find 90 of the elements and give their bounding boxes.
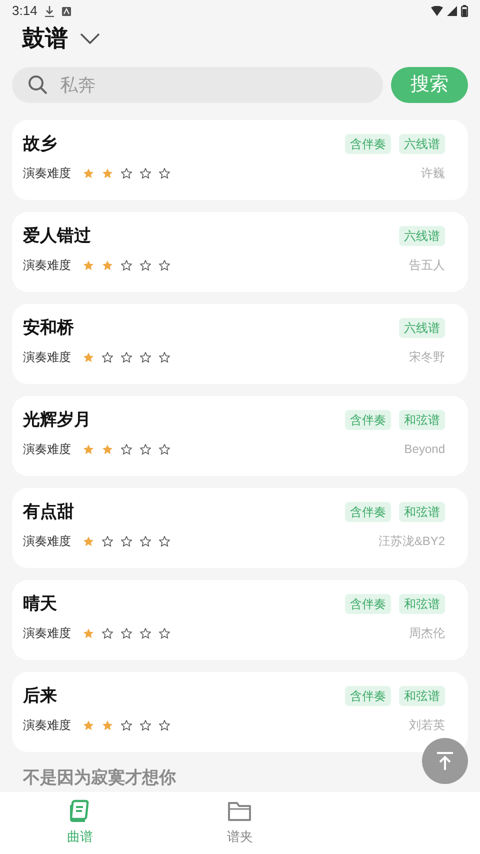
song-title: 爱人错过 bbox=[23, 224, 91, 247]
star-outline-icon bbox=[102, 628, 113, 638]
star-outline-icon bbox=[121, 352, 132, 362]
difficulty-label: 演奏难度 bbox=[23, 717, 71, 734]
star-outline-icon bbox=[159, 260, 170, 270]
tag-label: 和弦谱 bbox=[399, 410, 445, 430]
song-card[interactable]: 晴天 含伴奏 和弦谱 演奏难度 周杰伦 bbox=[12, 580, 468, 660]
song-title: 晴天 bbox=[23, 592, 57, 615]
folder-icon bbox=[227, 799, 253, 824]
star-icon bbox=[83, 720, 94, 730]
tag-label: 含伴奏 bbox=[345, 502, 391, 522]
song-card[interactable]: 安和桥 六线谱 演奏难度 宋冬野 bbox=[12, 304, 468, 384]
star-icon bbox=[102, 444, 113, 454]
tag-label: 含伴奏 bbox=[345, 134, 391, 154]
artist-name: 汪苏泷&BY2 bbox=[378, 533, 445, 550]
song-card[interactable]: 后来 含伴奏 和弦谱 演奏难度 刘若英 bbox=[12, 672, 468, 752]
notification-icon bbox=[62, 6, 72, 16]
star-icon bbox=[102, 720, 113, 730]
status-time: 3:14 bbox=[12, 2, 38, 20]
star-outline-icon bbox=[159, 628, 170, 638]
search-input[interactable]: 私奔 bbox=[60, 72, 367, 98]
star-outline-icon bbox=[159, 444, 170, 454]
page-title[interactable]: 鼓谱 bbox=[22, 21, 68, 56]
arrow-up-icon bbox=[435, 751, 455, 771]
tag-label: 六线谱 bbox=[399, 226, 445, 246]
song-title: 有点甜 bbox=[23, 500, 74, 523]
difficulty-label: 演奏难度 bbox=[23, 533, 71, 550]
star-outline-icon bbox=[121, 168, 132, 178]
tag-label: 和弦谱 bbox=[399, 502, 445, 522]
song-title: 安和桥 bbox=[23, 316, 74, 339]
battery-icon bbox=[461, 5, 468, 17]
signal-icon bbox=[447, 6, 457, 16]
star-outline-icon bbox=[140, 168, 151, 178]
scroll-to-top-button[interactable] bbox=[422, 738, 468, 784]
star-outline-icon bbox=[121, 444, 132, 454]
song-title: 光辉岁月 bbox=[23, 408, 91, 431]
star-icon bbox=[102, 168, 113, 178]
artist-name: 许巍 bbox=[421, 165, 445, 182]
star-outline-icon bbox=[121, 536, 132, 546]
star-outline-icon bbox=[159, 352, 170, 362]
search-icon bbox=[28, 75, 48, 95]
star-icon bbox=[83, 260, 94, 270]
star-icon bbox=[102, 260, 113, 270]
difficulty-label: 演奏难度 bbox=[23, 441, 71, 458]
download-icon bbox=[45, 6, 54, 16]
star-outline-icon bbox=[140, 352, 151, 362]
star-outline-icon bbox=[159, 536, 170, 546]
star-icon bbox=[83, 628, 94, 638]
artist-name: 周杰伦 bbox=[409, 625, 445, 642]
artist-name: 告五人 bbox=[409, 257, 445, 274]
tag-label: 含伴奏 bbox=[345, 410, 391, 430]
song-card[interactable]: 故乡 含伴奏 六线谱 演奏难度 许巍 bbox=[12, 120, 468, 200]
tag-label: 和弦谱 bbox=[399, 594, 445, 614]
song-card[interactable]: 有点甜 含伴奏 和弦谱 演奏难度 汪苏泷&BY2 bbox=[12, 488, 468, 568]
artist-name: Beyond bbox=[404, 441, 445, 458]
tag-label: 六线谱 bbox=[399, 134, 445, 154]
difficulty-label: 演奏难度 bbox=[23, 349, 71, 366]
chevron-down-icon[interactable] bbox=[80, 33, 100, 44]
difficulty-label: 演奏难度 bbox=[23, 257, 71, 274]
star-outline-icon bbox=[140, 628, 151, 638]
star-outline-icon bbox=[140, 536, 151, 546]
star-icon bbox=[83, 352, 94, 362]
tag-label: 含伴奏 bbox=[345, 594, 391, 614]
star-outline-icon bbox=[140, 720, 151, 730]
star-icon bbox=[83, 444, 94, 454]
star-outline-icon bbox=[121, 720, 132, 730]
star-outline-icon bbox=[140, 444, 151, 454]
star-outline-icon bbox=[159, 720, 170, 730]
difficulty-label: 演奏难度 bbox=[23, 625, 71, 642]
wifi-icon bbox=[431, 6, 443, 16]
star-icon bbox=[83, 536, 94, 546]
tag-label: 六线谱 bbox=[399, 318, 445, 338]
star-outline-icon bbox=[159, 168, 170, 178]
nav-tab[interactable]: 谱夹 bbox=[160, 792, 320, 854]
star-outline-icon bbox=[121, 260, 132, 270]
star-outline-icon bbox=[102, 352, 113, 362]
star-icon bbox=[83, 168, 94, 178]
song-card[interactable]: 爱人错过 六线谱 演奏难度 告五人 bbox=[12, 212, 468, 292]
star-outline-icon bbox=[102, 536, 113, 546]
song-title: 故乡 bbox=[23, 132, 57, 155]
star-outline-icon bbox=[140, 260, 151, 270]
artist-name: 刘若英 bbox=[409, 717, 445, 734]
song-card[interactable]: 光辉岁月 含伴奏 和弦谱 演奏难度 Beyond bbox=[12, 396, 468, 476]
search-field[interactable]: 私奔 bbox=[12, 67, 383, 103]
artist-name: 宋冬野 bbox=[409, 349, 445, 366]
tag-label: 含伴奏 bbox=[345, 686, 391, 706]
tag-label: 和弦谱 bbox=[399, 686, 445, 706]
star-outline-icon bbox=[121, 628, 132, 638]
difficulty-label: 演奏难度 bbox=[23, 165, 71, 182]
song-title: 后来 bbox=[23, 684, 57, 707]
